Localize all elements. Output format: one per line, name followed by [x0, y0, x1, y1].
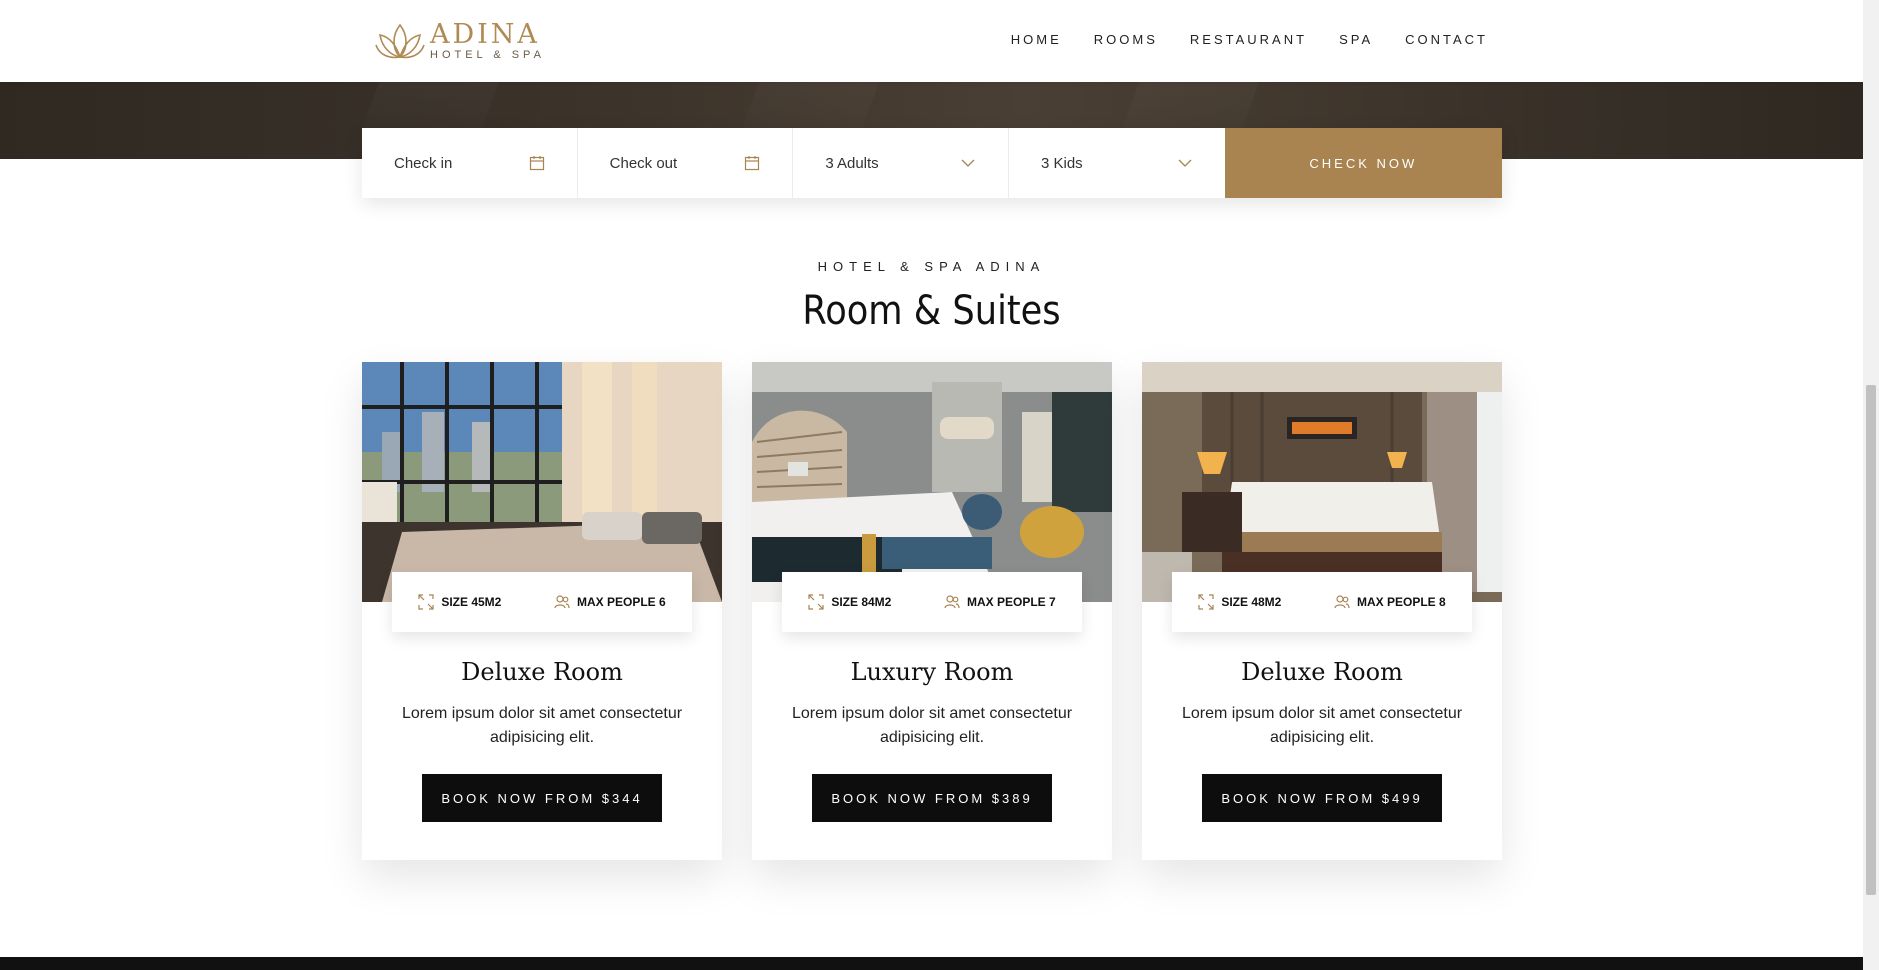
room-meta: SIZE 48M2 MAX PEOPLE 8 [1172, 572, 1472, 632]
kids-value: 3 Kids [1040, 154, 1083, 172]
checkin-label: Check in [394, 154, 453, 172]
room-card: SIZE 45M2 MAX PEOPLE 6 Deluxe Room Lorem… [362, 362, 722, 860]
check-now-button[interactable]: CHECK NOW [1224, 128, 1503, 198]
section-kicker: HOTEL & SPA ADINA [817, 259, 1046, 274]
room-image[interactable] [752, 362, 1112, 602]
kids-select[interactable]: 3 Kids [1009, 128, 1225, 198]
main-nav: HOME ROOMS RESTAURANT SPA CONTACT [1011, 32, 1488, 47]
site-header: ADINA HOTEL & SPA HOME ROOMS RESTAURANT … [0, 0, 1863, 82]
brand-tagline: HOTEL & SPA [430, 49, 545, 61]
nav-restaurant[interactable]: RESTAURANT [1190, 32, 1307, 47]
room-people: MAX PEOPLE 7 [944, 594, 1056, 610]
checkin-field[interactable]: Check in [362, 128, 578, 198]
chevron-down-icon [1178, 159, 1192, 167]
book-now-button[interactable]: BOOK NOW FROM $499 [1202, 774, 1442, 822]
room-people-label: MAX PEOPLE 8 [1356, 595, 1446, 609]
lotus-icon [375, 23, 425, 59]
room-size-label: SIZE 48M2 [1221, 595, 1282, 609]
adults-select[interactable]: 3 Adults [793, 128, 1009, 198]
room-title[interactable]: Deluxe Room [362, 658, 722, 686]
logo[interactable]: ADINA HOTEL & SPA [374, 20, 545, 62]
book-now-button[interactable]: BOOK NOW FROM $344 [422, 774, 662, 822]
room-description: Lorem ipsum dolor sit amet consectetur a… [1181, 705, 1463, 746]
booking-bar: Check in Check out 3 Adults 3 Kids CHECK… [362, 128, 1503, 198]
section-title: Room & Suites [802, 288, 1061, 334]
room-image[interactable] [1142, 362, 1502, 602]
room-size-label: SIZE 45M2 [441, 595, 502, 609]
room-card: SIZE 84M2 MAX PEOPLE 7 Luxury Room Lorem… [752, 362, 1112, 860]
room-title[interactable]: Luxury Room [752, 658, 1112, 686]
room-meta: SIZE 45M2 MAX PEOPLE 6 [392, 572, 692, 632]
nav-contact[interactable]: CONTACT [1405, 32, 1488, 47]
users-icon [1334, 595, 1350, 609]
footer-strip [0, 957, 1863, 970]
room-people: MAX PEOPLE 6 [554, 594, 666, 610]
room-people-label: MAX PEOPLE 6 [576, 595, 666, 609]
room-size: SIZE 84M2 [808, 594, 891, 610]
brand-name: ADINA [430, 19, 540, 50]
room-people: MAX PEOPLE 8 [1334, 594, 1446, 610]
scrollbar-thumb[interactable] [1866, 385, 1876, 895]
page: ADINA HOTEL & SPA HOME ROOMS RESTAURANT … [0, 0, 1879, 970]
users-icon [554, 595, 570, 609]
calendar-icon [745, 156, 760, 171]
room-people-label: MAX PEOPLE 7 [966, 595, 1056, 609]
checkout-field[interactable]: Check out [578, 128, 794, 198]
calendar-icon [529, 156, 544, 171]
nav-home[interactable]: HOME [1011, 32, 1062, 47]
nav-rooms[interactable]: ROOMS [1094, 32, 1158, 47]
adults-value: 3 Adults [825, 154, 879, 172]
checkout-label: Check out [609, 154, 678, 172]
users-icon [944, 595, 960, 609]
room-size-label: SIZE 84M2 [831, 595, 892, 609]
expand-icon [808, 594, 824, 610]
room-image[interactable] [362, 362, 722, 602]
book-now-button[interactable]: BOOK NOW FROM $389 [812, 774, 1052, 822]
page-scrollbar[interactable] [1863, 0, 1879, 970]
room-meta: SIZE 84M2 MAX PEOPLE 7 [782, 572, 1082, 632]
nav-spa[interactable]: SPA [1339, 32, 1373, 47]
room-description: Lorem ipsum dolor sit amet consectetur a… [401, 705, 683, 746]
room-description: Lorem ipsum dolor sit amet consectetur a… [791, 705, 1073, 746]
expand-icon [1198, 594, 1214, 610]
chevron-down-icon [961, 159, 975, 167]
expand-icon [418, 594, 434, 610]
room-card: SIZE 48M2 MAX PEOPLE 8 Deluxe Room Lorem… [1142, 362, 1502, 860]
room-size: SIZE 48M2 [1198, 594, 1281, 610]
room-size: SIZE 45M2 [418, 594, 501, 610]
room-title[interactable]: Deluxe Room [1142, 658, 1502, 686]
